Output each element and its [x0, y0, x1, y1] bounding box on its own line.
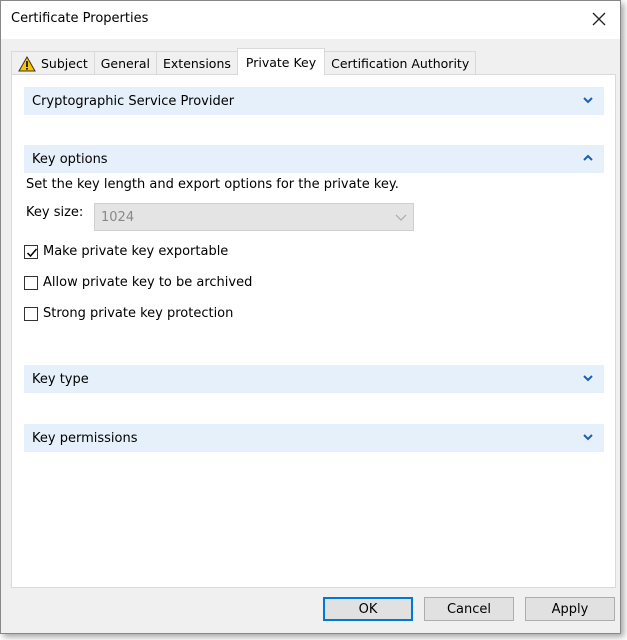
close-icon — [592, 12, 606, 26]
tab-private-key-label: Private Key — [245, 54, 317, 70]
certificate-properties-dialog: Certificate Properties Subject General E… — [0, 0, 621, 634]
private-key-panel: Cryptographic Service Provider Key optio… — [11, 74, 616, 588]
warning-icon — [18, 55, 36, 71]
section-csp-header[interactable]: Cryptographic Service Provider — [24, 87, 604, 115]
make-exportable-label: Make private key exportable — [43, 244, 229, 259]
allow-archived-checkbox[interactable]: Allow private key to be archived — [24, 275, 252, 290]
chevron-down-icon — [583, 375, 593, 382]
tab-subject-label: Subject — [41, 56, 88, 71]
check-icon — [26, 248, 38, 257]
chevron-up-icon — [583, 154, 593, 161]
window-title: Certificate Properties — [11, 11, 149, 26]
tab-private-key[interactable]: Private Key — [236, 48, 326, 75]
section-key-type-header[interactable]: Key type — [24, 365, 604, 393]
tab-subject[interactable]: Subject — [11, 51, 95, 75]
key-options-description: Set the key length and export options fo… — [26, 177, 399, 192]
tab-strip: Subject General Extensions Private Key C… — [11, 48, 477, 75]
section-key-type-label: Key type — [32, 371, 89, 387]
allow-archived-label: Allow private key to be archived — [43, 275, 253, 290]
section-csp-label: Cryptographic Service Provider — [32, 93, 235, 109]
title-bar: Certificate Properties — [1, 1, 620, 39]
key-size-value: 1024 — [101, 209, 135, 225]
strong-protection-checkbox[interactable]: Strong private key protection — [24, 306, 233, 321]
tab-extensions[interactable]: Extensions — [156, 51, 238, 75]
chevron-down-icon — [583, 97, 593, 104]
section-key-permissions-label: Key permissions — [32, 430, 138, 446]
checkbox-box[interactable] — [24, 306, 38, 321]
section-key-options-label: Key options — [32, 151, 108, 167]
ok-button[interactable]: OK — [323, 597, 413, 621]
make-exportable-checkbox[interactable]: Make private key exportable — [24, 244, 228, 259]
apply-button[interactable]: Apply — [525, 597, 615, 621]
tab-certification-authority[interactable]: Certification Authority — [324, 51, 477, 75]
tab-general-label: General — [100, 56, 150, 71]
checkbox-box[interactable] — [24, 244, 38, 259]
tab-extensions-label: Extensions — [163, 56, 231, 71]
chevron-down-icon — [583, 434, 593, 441]
tab-general[interactable]: General — [93, 51, 157, 75]
dropdown-arrow-icon — [395, 214, 407, 221]
tab-certification-authority-label: Certification Authority — [331, 56, 470, 71]
section-key-permissions-header[interactable]: Key permissions — [24, 424, 604, 452]
section-key-options-header[interactable]: Key options — [24, 145, 604, 173]
checkbox-box[interactable] — [24, 275, 38, 290]
close-button[interactable] — [584, 5, 614, 33]
key-size-select[interactable]: 1024 — [94, 203, 414, 231]
strong-protection-label: Strong private key protection — [43, 306, 234, 321]
cancel-button[interactable]: Cancel — [424, 597, 514, 621]
key-size-label: Key size: — [26, 205, 84, 220]
